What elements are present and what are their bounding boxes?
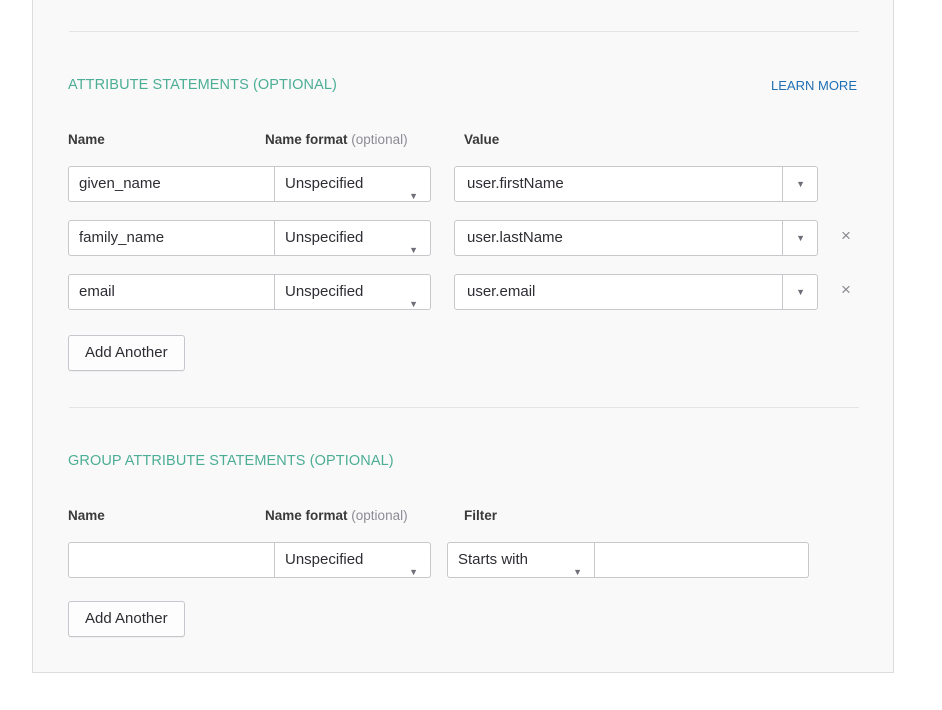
group-attribute-statements-title: GROUP ATTRIBUTE STATEMENTS (OPTIONAL) <box>68 453 394 469</box>
filter-value-input[interactable] <box>595 542 809 578</box>
attribute-statements-title: ATTRIBUTE STATEMENTS (OPTIONAL) <box>68 77 337 93</box>
attribute-name-input[interactable]: given_name <box>68 166 275 202</box>
name-format-value: Unspecified <box>285 175 364 192</box>
attribute-value-text: user.firstName <box>467 175 564 192</box>
caret-down-icon[interactable]: ▼ <box>796 287 805 297</box>
col-header-value: Value <box>464 132 500 147</box>
name-format-value: Unspecified <box>285 283 364 300</box>
attribute-value-combobox[interactable]: user.firstName ▼ <box>454 166 818 202</box>
col-header-name: Name <box>68 508 105 523</box>
col-header-filter: Filter <box>464 508 498 523</box>
close-icon[interactable]: × <box>841 227 851 244</box>
saml-attributes-panel: ATTRIBUTE STATEMENTS (OPTIONAL) LEARN MO… <box>32 0 894 673</box>
attribute-value-combobox[interactable]: user.lastName ▼ <box>454 220 818 256</box>
add-another-attribute-button[interactable]: Add Another <box>68 335 185 371</box>
name-format-select[interactable]: Unspecified ▼ <box>275 166 431 202</box>
caret-down-icon[interactable]: ▼ <box>796 233 805 243</box>
caret-down-icon: ▼ <box>409 191 418 201</box>
section-divider <box>69 31 859 32</box>
name-format-value: Unspecified <box>285 551 364 568</box>
col-header-name: Name <box>68 132 105 147</box>
caret-down-icon: ▼ <box>409 299 418 309</box>
col-header-name-format: Name format (optional) <box>265 508 408 523</box>
attribute-name-input[interactable]: family_name <box>68 220 275 256</box>
close-icon[interactable]: × <box>841 281 851 298</box>
filter-type-select[interactable]: Starts with ▼ <box>447 542 595 578</box>
dropdown-divider <box>782 167 783 201</box>
caret-down-icon: ▼ <box>409 245 418 255</box>
attribute-value-text: user.email <box>467 283 536 300</box>
filter-type-value: Starts with <box>458 551 529 568</box>
caret-down-icon: ▼ <box>409 567 418 577</box>
add-another-group-attribute-button[interactable]: Add Another <box>68 601 185 637</box>
name-format-select[interactable]: Unspecified ▼ <box>275 220 431 256</box>
col-header-optional: (optional) <box>351 508 408 523</box>
caret-down-icon: ▼ <box>573 567 582 577</box>
col-header-name-format-label: Name format <box>265 132 348 147</box>
attribute-name-input[interactable]: email <box>68 274 275 310</box>
group-attribute-name-input[interactable] <box>68 542 275 578</box>
dropdown-divider <box>782 275 783 309</box>
caret-down-icon[interactable]: ▼ <box>796 179 805 189</box>
name-format-select[interactable]: Unspecified ▼ <box>275 274 431 310</box>
learn-more-link[interactable]: LEARN MORE <box>771 78 857 93</box>
group-name-format-select[interactable]: Unspecified ▼ <box>275 542 431 578</box>
attribute-value-combobox[interactable]: user.email ▼ <box>454 274 818 310</box>
name-format-value: Unspecified <box>285 229 364 246</box>
col-header-name-format-label: Name format <box>265 508 348 523</box>
col-header-optional: (optional) <box>351 132 408 147</box>
section-divider <box>69 407 859 408</box>
dropdown-divider <box>782 221 783 255</box>
attribute-value-text: user.lastName <box>467 229 563 246</box>
col-header-name-format: Name format (optional) <box>265 132 408 147</box>
